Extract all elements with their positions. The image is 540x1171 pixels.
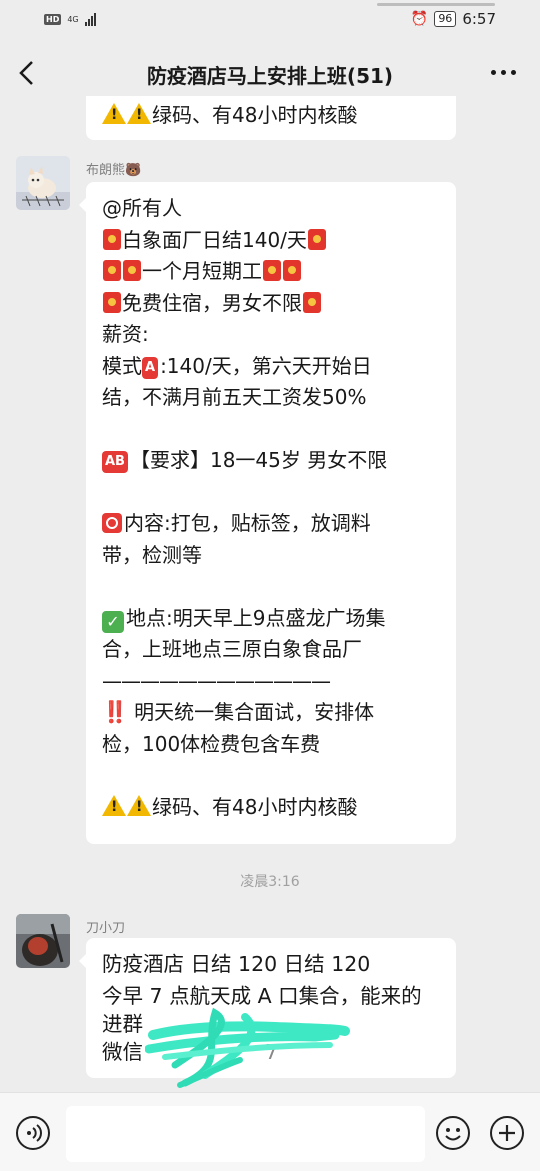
voice-icon [27, 1124, 42, 1142]
alarm-icon: ⏰ [410, 11, 429, 27]
message-bubble-previous[interactable]: 绿码、有48小时内核酸 [86, 96, 456, 140]
message-line: 【要求】18一45岁 男女不限 [129, 448, 388, 472]
badge-ab-icon: AB [102, 451, 128, 473]
double-exclamation-icon: ‼️ [102, 700, 129, 724]
chat-title: 防疫酒店马上安排上班(51) [146, 64, 394, 88]
warning-icon [102, 794, 126, 816]
red-packet-icon [123, 260, 141, 281]
message-input[interactable] [66, 1106, 425, 1162]
status-left: HD 4G [44, 12, 96, 26]
message-bubble-1[interactable]: @所有人 白象面厂日结140/天 一个月短期工 免费住宿，男女不限 薪资: 模式… [79, 182, 456, 844]
message-line: 防疫酒店 日结 120 日结 120 [102, 952, 371, 976]
status-right: ⏰ 96 6:57 [411, 10, 496, 28]
chat-input-bar [0, 1092, 540, 1171]
red-packet-icon [307, 228, 326, 250]
message-line: @所有人 [102, 196, 182, 220]
network-type: 4G [67, 14, 79, 24]
message-timestamp: 凌晨3:16 [240, 874, 300, 890]
red-packet-icon [283, 260, 301, 281]
message-text: 绿码、有48小时内核酸 [152, 103, 358, 127]
plus-icon [499, 1125, 515, 1141]
redaction-scribble [145, 1007, 350, 1088]
message-line: ———————————— [102, 668, 331, 693]
message-line: 明天统一集合面试，安排体 [134, 700, 375, 724]
cat-avatar-icon [16, 156, 70, 210]
bubble-tail [79, 198, 86, 212]
status-time: 6:57 [462, 10, 496, 28]
red-packet-icon [263, 260, 281, 281]
message-line: 薪资: [102, 322, 149, 346]
avatar-sender-2[interactable] [16, 914, 70, 968]
check-mark-icon: ✓ [102, 610, 124, 633]
voice-button[interactable] [16, 1116, 50, 1150]
more-dots-icon [491, 70, 496, 75]
warning-icon [127, 794, 151, 816]
red-packet-icon [103, 260, 121, 281]
message-line: 检，100体检费包含车费 [102, 731, 321, 756]
message-line: :140/天，第六天开始日 [160, 353, 372, 378]
message-line: 内容:打包，贴标签，放调料 [124, 511, 371, 535]
sender-name: 刀小刀 [86, 921, 126, 936]
battery-icon: 96 [434, 11, 457, 27]
hd-badge: HD [44, 13, 62, 25]
message-line: 地点:明天早上9点盛龙广场集 [126, 605, 386, 630]
more-button[interactable] [491, 70, 516, 75]
message-line: 带，检测等 [102, 542, 202, 567]
message-line: 绿码、有48小时内核酸 [152, 794, 358, 819]
bubble-tail [79, 954, 86, 968]
emoji-icon [445, 1128, 461, 1141]
emoji-button[interactable] [436, 1116, 470, 1150]
red-packet-icon [103, 291, 121, 313]
message-line: 结，不满月前五天工资发50% [102, 385, 367, 409]
warning-icon [102, 103, 126, 124]
message-line: 免费住宿，男女不限 [122, 290, 302, 315]
avatar-sender-1[interactable] [16, 156, 70, 210]
plus-button[interactable] [490, 1116, 524, 1150]
warning-icon [127, 103, 151, 124]
status-bar: HD 4G ⏰ 96 6:57 [0, 0, 540, 40]
message-line: 白象面厂日结140/天 [122, 227, 307, 252]
message-line: 微信 [102, 1040, 143, 1064]
sender-name: 布朗熊🐻 [86, 163, 142, 178]
scroll-indicator [377, 3, 495, 6]
red-packet-icon [103, 228, 121, 250]
message-line: 一个月短期工 [142, 259, 262, 283]
red-circle-icon [102, 513, 122, 533]
user-avatar-icon [16, 914, 70, 968]
red-packet-icon [303, 291, 321, 313]
badge-a-icon: A [142, 356, 159, 379]
message-line: 合，上班地点三原白象食品厂 [102, 637, 362, 661]
signal-icon [84, 12, 96, 26]
message-line: 模式 [102, 353, 142, 378]
